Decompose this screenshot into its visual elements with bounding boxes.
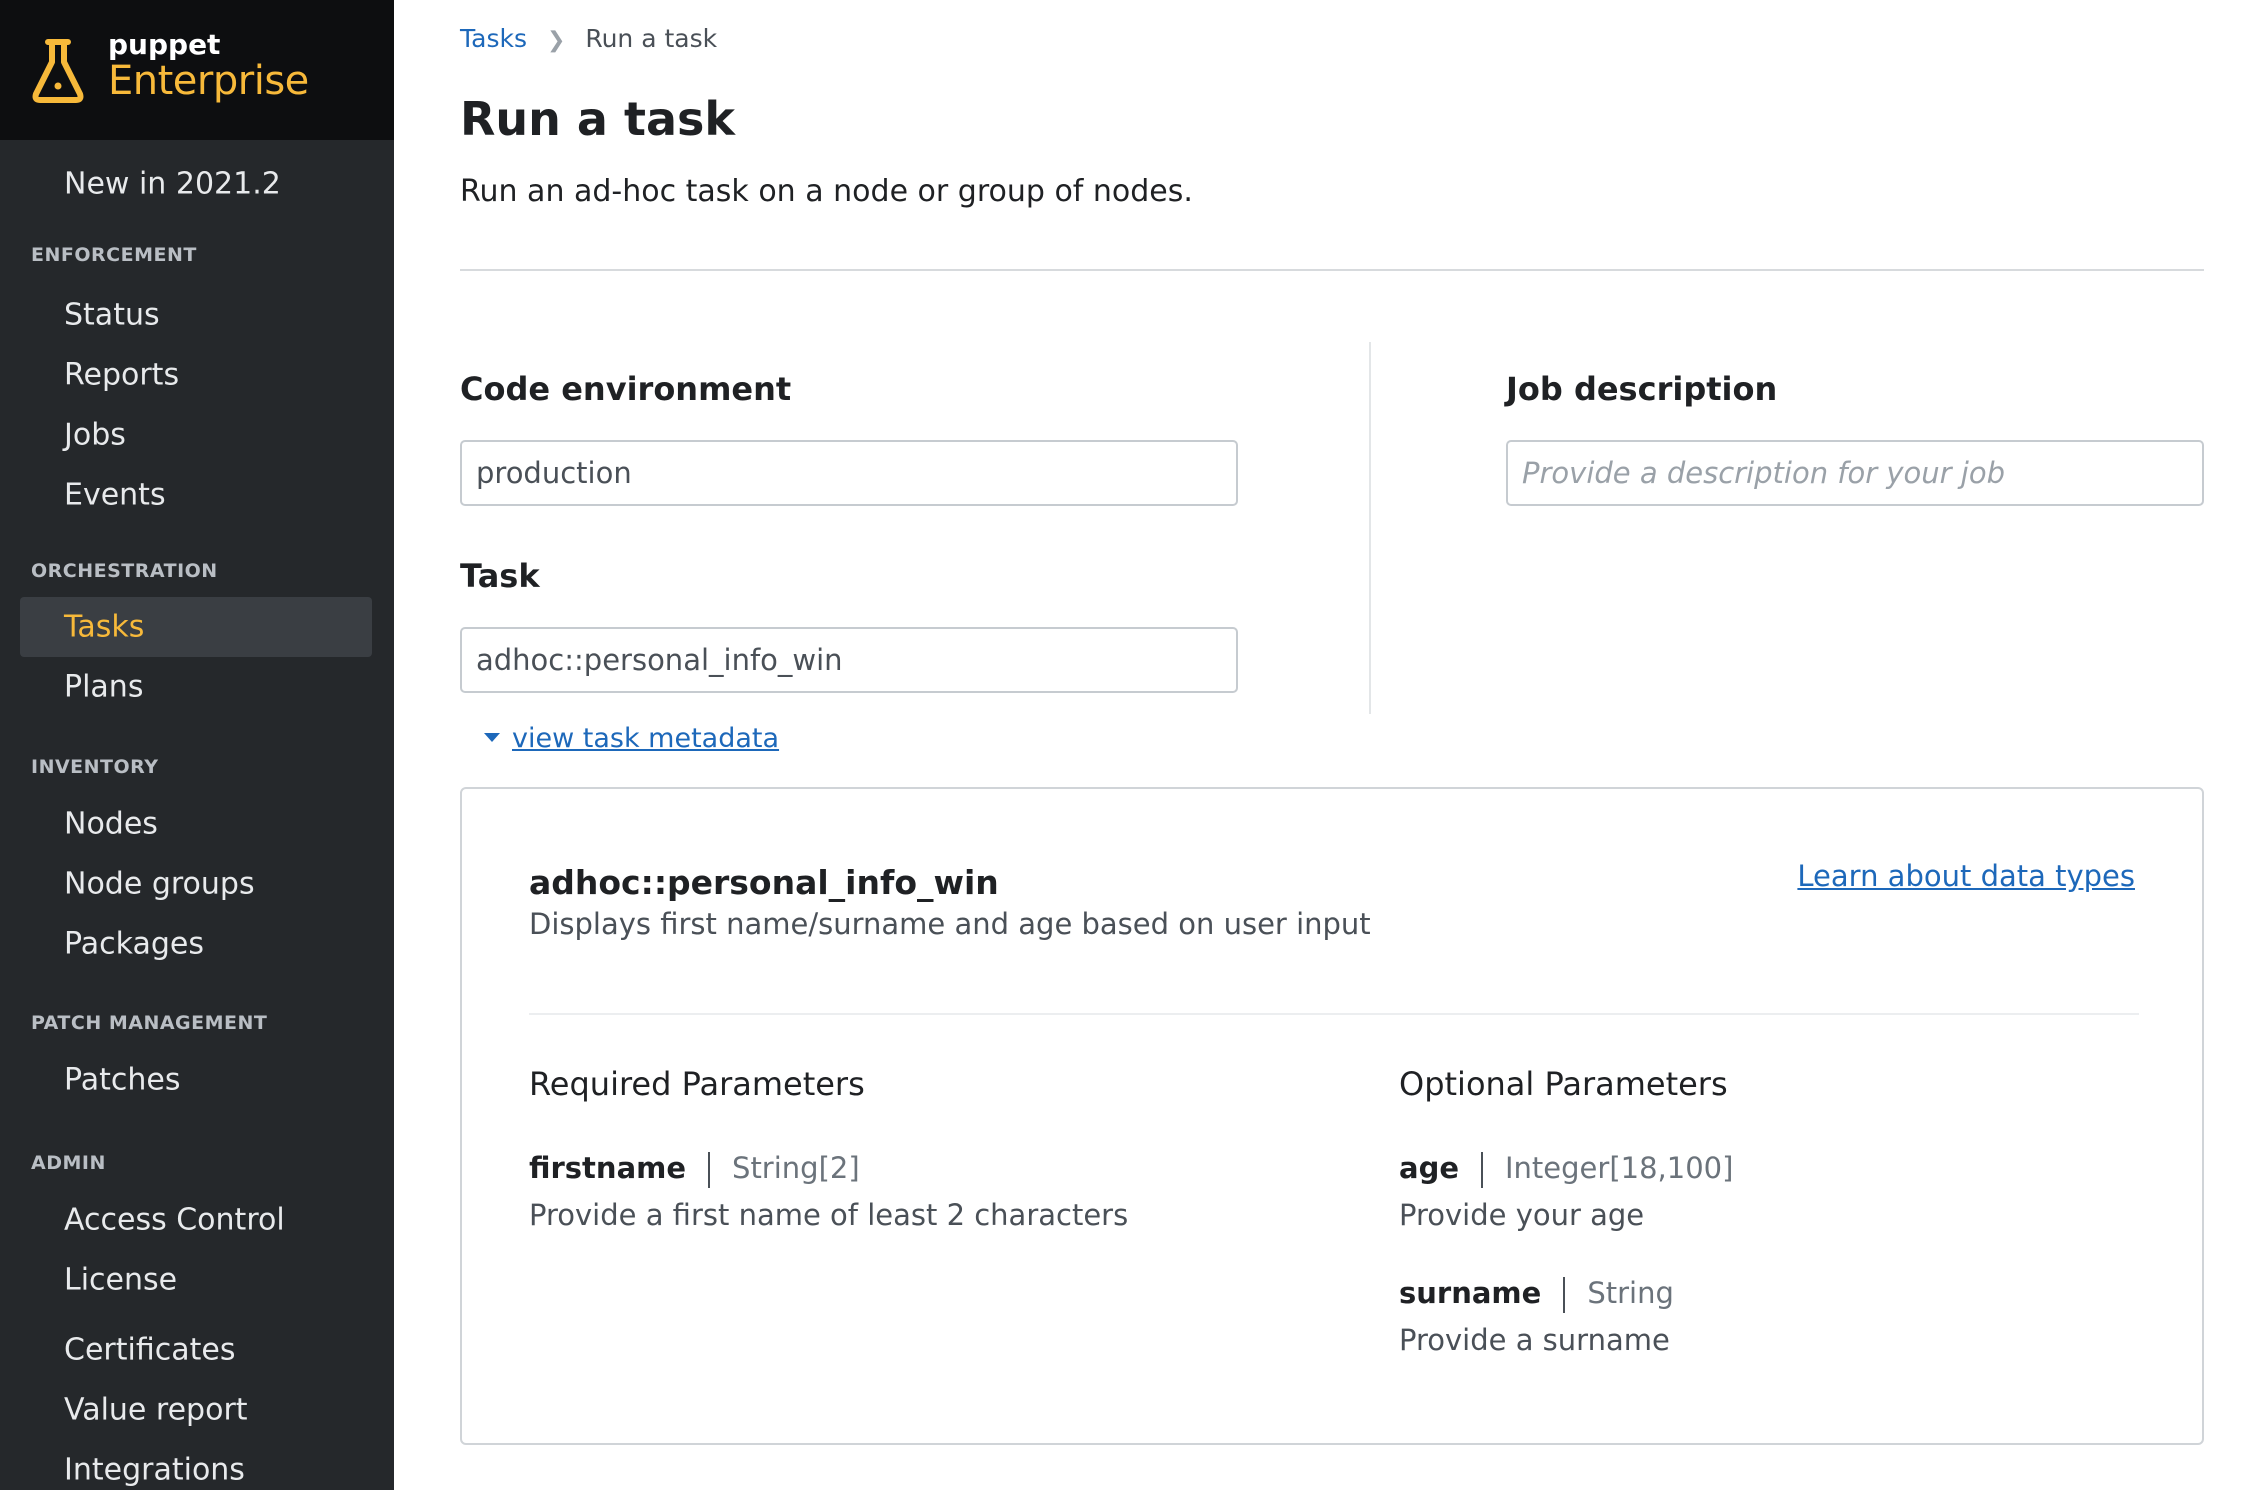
parameter-name: age — [1399, 1151, 1459, 1185]
sidebar-item-label: Integrations — [64, 1452, 245, 1488]
sidebar-item-reports[interactable]: Reports — [20, 345, 372, 405]
brand-company: puppet — [108, 28, 221, 61]
brand-header[interactable]: puppet Enterprise — [0, 0, 394, 140]
sidebar-item-events[interactable]: Events — [20, 465, 372, 525]
sidebar-item-label: Events — [64, 477, 166, 513]
separator — [1563, 1276, 1566, 1313]
sidebar-item-value-report[interactable]: Value report — [20, 1380, 372, 1440]
sidebar-item-label: Tasks — [64, 609, 145, 645]
sidebar: puppet Enterprise New in 2021.2 ENFORCEM… — [0, 0, 394, 1490]
sidebar-item-patches[interactable]: Patches — [20, 1050, 372, 1110]
page-title: Run a task — [460, 92, 735, 146]
code-environment-label: Code environment — [460, 370, 792, 408]
main-content: Tasks ❯ Run a task Run a task Run an ad-… — [394, 0, 2262, 1490]
parameter-age: age Integer[18,100] Provide your age — [1399, 1151, 1733, 1232]
job-description-label: Job description — [1506, 370, 1778, 408]
sidebar-item-label: License — [64, 1262, 178, 1298]
optional-parameters-heading: Optional Parameters — [1399, 1065, 1728, 1103]
task-metadata-description: Displays first name/surname and age base… — [529, 907, 1371, 941]
sidebar-item-label: Status — [64, 297, 160, 333]
sidebar-item-tasks[interactable]: Tasks — [20, 597, 372, 657]
sidebar-item-access-control[interactable]: Access Control — [20, 1190, 372, 1250]
page-subtitle: Run an ad-hoc task on a node or group of… — [460, 174, 1193, 209]
required-parameters-heading: Required Parameters — [529, 1065, 865, 1103]
sidebar-item-label: Certificates — [64, 1332, 236, 1368]
chevron-right-icon: ❯ — [546, 28, 566, 53]
parameter-type: String — [1587, 1276, 1674, 1310]
sidebar-item-license[interactable]: License — [20, 1250, 372, 1310]
parameter-description: Provide a first name of least 2 characte… — [529, 1197, 1129, 1232]
job-description-input[interactable] — [1506, 440, 2204, 506]
learn-about-data-types-link[interactable]: Learn about data types — [1797, 859, 2135, 893]
parameter-name: firstname — [529, 1151, 687, 1185]
sidebar-item-nodes[interactable]: Nodes — [20, 794, 372, 854]
sidebar-item-label: Access Control — [64, 1202, 285, 1238]
task-input[interactable] — [460, 627, 1238, 693]
sidebar-item-label: Packages — [64, 926, 204, 962]
sidebar-item-label: Patches — [64, 1062, 181, 1098]
sidebar-section-inventory: INVENTORY — [31, 756, 159, 778]
sidebar-item-label: Reports — [64, 357, 180, 393]
breadcrumb-link-tasks[interactable]: Tasks — [460, 24, 527, 53]
breadcrumb: Tasks ❯ Run a task — [460, 24, 717, 53]
sidebar-item-plans[interactable]: Plans — [20, 657, 372, 717]
sidebar-item-new-in[interactable]: New in 2021.2 — [20, 154, 372, 214]
parameter-surname: surname String Provide a surname — [1399, 1276, 1674, 1357]
sidebar-item-packages[interactable]: Packages — [20, 914, 372, 974]
task-metadata-panel: adhoc::personal_info_win Displays first … — [460, 787, 2204, 1445]
sidebar-item-label: New in 2021.2 — [64, 166, 281, 202]
parameter-description: Provide your age — [1399, 1197, 1645, 1232]
sidebar-item-certificates[interactable]: Certificates — [20, 1320, 372, 1380]
divider — [460, 269, 2204, 271]
parameter-firstname: firstname String[2] Provide a first name … — [529, 1151, 1128, 1232]
sidebar-item-label: Value report — [64, 1392, 248, 1428]
sidebar-item-label: Nodes — [64, 806, 158, 842]
flask-icon — [32, 39, 84, 103]
sidebar-item-status[interactable]: Status — [20, 285, 372, 345]
view-task-metadata-link[interactable]: view task metadata — [484, 723, 779, 754]
parameter-type: Integer[18,100] — [1505, 1151, 1734, 1185]
brand-product: Enterprise — [108, 58, 309, 104]
task-metadata-name: adhoc::personal_info_win — [529, 863, 999, 902]
task-label: Task — [460, 557, 540, 595]
divider — [529, 1013, 2139, 1015]
separator — [1481, 1151, 1483, 1188]
code-environment-input[interactable] — [460, 440, 1238, 506]
sidebar-section-admin: ADMIN — [31, 1152, 106, 1174]
sidebar-section-enforcement: ENFORCEMENT — [31, 244, 197, 266]
sidebar-section-orchestration: ORCHESTRATION — [31, 560, 218, 582]
sidebar-item-label: Node groups — [64, 866, 255, 902]
column-divider — [1369, 342, 1371, 714]
breadcrumb-current: Run a task — [585, 24, 718, 53]
sidebar-section-patch-management: PATCH MANAGEMENT — [31, 1012, 268, 1034]
sidebar-item-integrations[interactable]: Integrations — [20, 1440, 372, 1490]
parameter-type: String[2] — [732, 1151, 860, 1185]
sidebar-item-node-groups[interactable]: Node groups — [20, 854, 372, 914]
separator — [708, 1151, 711, 1188]
parameter-name: surname — [1399, 1276, 1542, 1310]
sidebar-item-label: Jobs — [64, 417, 126, 453]
parameter-description: Provide a surname — [1399, 1322, 1670, 1357]
sidebar-item-jobs[interactable]: Jobs — [20, 405, 372, 465]
caret-down-icon — [484, 733, 500, 742]
sidebar-item-label: Plans — [64, 669, 144, 705]
metadata-toggle-label: view task metadata — [512, 723, 780, 754]
